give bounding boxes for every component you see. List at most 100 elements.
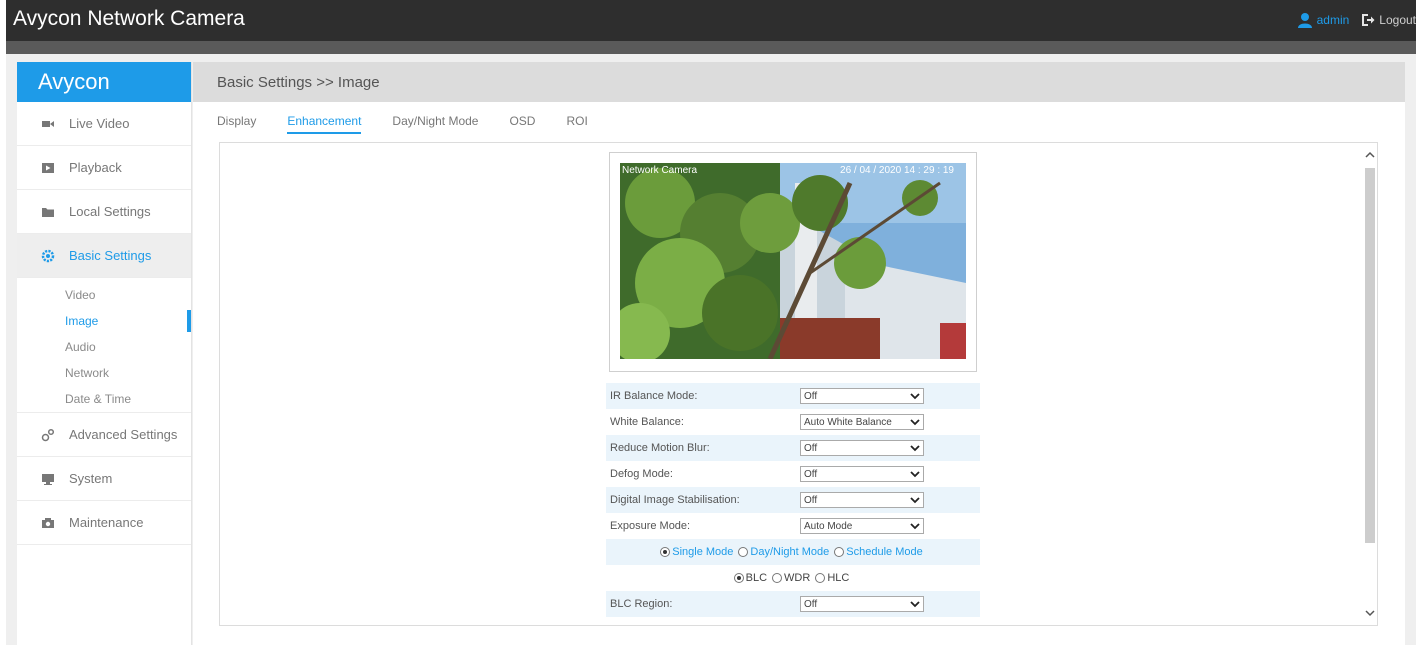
radio-dot [660,547,671,557]
enhancement-settings: IR Balance Mode: Off White Balance: Auto… [606,383,980,617]
breadcrumb: Basic Settings >> Image [193,62,1405,102]
exposure-mode-radios: Single Mode Day/Night Mode Schedule Mode [606,539,980,565]
blc-region-select[interactable]: Off [800,596,924,612]
chevron-down-icon [910,601,920,608]
main-panel: Basic Settings >> Image Display Enhancem… [193,62,1405,645]
logout-link[interactable]: Logout [1379,13,1416,27]
radio-label: BLC [745,572,768,584]
radio-label: Single Mode [672,546,734,558]
app-title: Avycon Network Camera [13,7,245,30]
sidebar-sub-audio[interactable]: Audio [17,334,191,360]
setting-label: Reduce Motion Blur: [610,442,710,454]
radio-blc[interactable]: BLC [733,572,768,584]
setting-row-defog-mode: Defog Mode: Off [606,461,980,487]
tab-display[interactable]: Display [217,114,256,140]
setting-row-ir-balance: IR Balance Mode: Off [606,383,980,409]
exposure-mode-select[interactable]: Auto Mode [800,518,924,534]
setting-label: Exposure Mode: [610,520,691,532]
select-value: Auto White Balance [804,416,892,428]
setting-label: BLC Region: [610,598,673,610]
select-value: Off [804,494,818,506]
digital-image-stabilisation-select[interactable]: Off [800,492,924,508]
sidebar-item-label: System [69,471,113,486]
folder-icon [42,207,54,217]
sidebar-item-label: Advanced Settings [69,427,178,442]
select-value: Auto Mode [804,520,853,532]
sidebar-subnav: Video Image Audio Network Date & Time [17,278,191,413]
tab-day-night-mode[interactable]: Day/Night Mode [392,114,478,140]
logout-icon[interactable] [1361,13,1375,27]
defog-mode-select[interactable]: Off [800,466,924,482]
brand-logo: Avycon [17,62,191,102]
select-value: Off [804,468,818,480]
chevron-down-icon [910,497,920,504]
tab-osd[interactable]: OSD [509,114,535,140]
radio-hlc[interactable]: HLC [815,572,849,584]
setting-row-reduce-motion-blur: Reduce Motion Blur: Off [606,435,980,461]
radio-dot [834,547,845,557]
sidebar-item-live-video[interactable]: Live Video [17,102,191,146]
radio-wdr[interactable]: WDR [772,572,810,584]
top-bar: Avycon Network Camera admin Logout [6,0,1416,41]
sidebar-sub-network[interactable]: Network [17,360,191,386]
radio-label: Day/Night Mode [750,546,830,558]
tab-bar: Display Enhancement Day/Night Mode OSD R… [193,102,1405,140]
radio-dot [738,547,749,557]
camera-icon [42,517,54,528]
white-balance-select[interactable]: Auto White Balance [800,414,924,430]
osd-timestamp: 26 / 04 / 2020 14 : 29 : 19 [840,165,954,176]
setting-label: IR Balance Mode: [610,390,698,402]
compensation-radios: BLC WDR HLC [606,565,980,591]
sidebar-item-system[interactable]: System [17,457,191,501]
select-value: Off [804,598,818,610]
radio-day-night-mode[interactable]: Day/Night Mode [738,546,829,558]
user-area: admin Logout [1297,12,1416,28]
tab-roi[interactable]: ROI [566,114,587,140]
select-value: Off [804,442,818,454]
sidebar-item-advanced-settings[interactable]: Advanced Settings [17,413,191,457]
radio-schedule-mode[interactable]: Schedule Mode [834,546,923,558]
chevron-down-icon [910,523,920,530]
sidebar-item-label: Playback [69,160,122,175]
content-scrollbar[interactable] [1363,143,1377,625]
sidebar: Avycon Live Video Playback Local Setting… [17,62,192,645]
scroll-up-icon[interactable] [1364,149,1376,161]
advanced-gears-icon [41,428,55,441]
admin-link[interactable]: admin [1317,13,1350,27]
monitor-icon [42,473,54,485]
reduce-motion-blur-select[interactable]: Off [800,440,924,456]
setting-label: Defog Mode: [610,468,673,480]
settings-content: Network Camera 26 / 04 / 2020 14 : 29 : … [219,142,1378,626]
sidebar-item-maintenance[interactable]: Maintenance [17,501,191,545]
sidebar-sub-video[interactable]: Video [17,282,191,308]
radio-dot [815,573,826,583]
chevron-down-icon [910,419,920,426]
camera-preview: Network Camera 26 / 04 / 2020 14 : 29 : … [609,152,977,372]
sidebar-item-local-settings[interactable]: Local Settings [17,190,191,234]
scrollbar-thumb[interactable] [1365,168,1375,543]
radio-label: HLC [827,572,850,584]
sidebar-item-basic-settings[interactable]: Basic Settings [17,234,191,278]
gear-icon [41,249,55,262]
sidebar-item-label: Basic Settings [69,248,152,263]
radio-label: Schedule Mode [846,546,923,558]
scroll-down-icon[interactable] [1364,607,1376,619]
radio-label: WDR [784,572,811,584]
setting-label: Digital Image Stabilisation: [610,494,740,506]
sidebar-sub-date-time[interactable]: Date & Time [17,386,191,412]
video-icon [42,120,54,127]
sidebar-item-label: Live Video [69,116,130,131]
chevron-down-icon [910,471,920,478]
sidebar-sub-image[interactable]: Image [17,308,191,334]
radio-dot [772,573,783,583]
setting-row-digital-image-stabilisation: Digital Image Stabilisation: Off [606,487,980,513]
sidebar-item-playback[interactable]: Playback [17,146,191,190]
radio-single-mode[interactable]: Single Mode [660,546,733,558]
ir-balance-select[interactable]: Off [800,388,924,404]
sidebar-item-label: Local Settings [69,204,151,219]
camera-preview-image [620,163,966,359]
tab-enhancement[interactable]: Enhancement [287,114,362,140]
setting-row-white-balance: White Balance: Auto White Balance [606,409,980,435]
header-divider [6,41,1416,54]
osd-camera-name: Network Camera [622,165,698,176]
